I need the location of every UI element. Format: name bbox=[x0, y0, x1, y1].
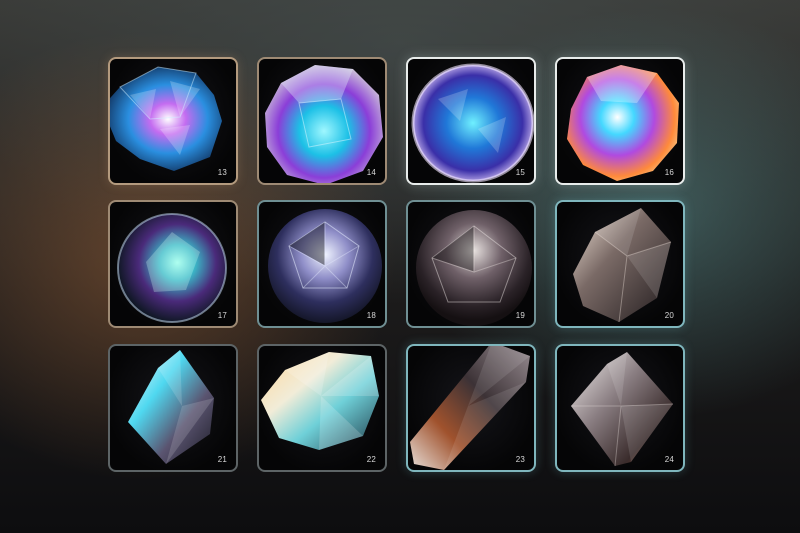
smoky-shard-icon bbox=[573, 208, 672, 323]
faceted-galaxy-crystal-icon bbox=[110, 66, 222, 171]
tile-number: 13 bbox=[217, 168, 227, 177]
gallery-tile-24[interactable]: 24 bbox=[555, 344, 685, 472]
gallery-tile-15[interactable]: 15 bbox=[406, 57, 536, 185]
tile-number: 17 bbox=[217, 311, 227, 320]
smoky-sphere-icon bbox=[416, 210, 532, 326]
gallery-tile-18[interactable]: 18 bbox=[257, 200, 387, 328]
golden-crystal-icon bbox=[261, 352, 379, 450]
tile-number: 20 bbox=[664, 311, 674, 320]
gallery-tile-19[interactable]: 19 bbox=[406, 200, 536, 328]
gallery-tile-13[interactable]: 13 bbox=[108, 57, 238, 185]
crystal-sphere-icon bbox=[117, 213, 227, 323]
gallery-tile-20[interactable]: 20 bbox=[555, 200, 685, 328]
tile-number: 18 bbox=[366, 311, 376, 320]
gallery-tile-23[interactable]: 23 bbox=[406, 344, 536, 472]
tile-number: 23 bbox=[515, 455, 525, 464]
elongated-smoky-crystal-icon bbox=[410, 346, 530, 470]
round-galaxy-crystal-icon bbox=[265, 65, 383, 183]
gallery-tile-21[interactable]: 21 bbox=[108, 344, 238, 472]
gallery-tile-16[interactable]: 16 bbox=[555, 57, 685, 185]
tile-number: 19 bbox=[515, 311, 525, 320]
tile-number: 16 bbox=[664, 168, 674, 177]
gallery-tile-14[interactable]: 14 bbox=[257, 57, 387, 185]
tile-number: 21 bbox=[217, 455, 227, 464]
round-nebula-crystal-icon bbox=[567, 65, 679, 181]
gallery-tile-22[interactable]: 22 bbox=[257, 344, 387, 472]
tile-number: 14 bbox=[366, 168, 376, 177]
tile-number: 22 bbox=[366, 455, 376, 464]
round-cosmic-crystal-icon bbox=[411, 63, 534, 183]
faceted-sphere-icon bbox=[268, 209, 382, 323]
tile-number: 15 bbox=[515, 168, 525, 177]
crystal-gallery: 13 14 15 16 17 18 19 20 21 22 23 24 bbox=[0, 0, 800, 533]
tile-number: 24 bbox=[664, 455, 674, 464]
gallery-tile-17[interactable]: 17 bbox=[108, 200, 238, 328]
diamond-crystal-icon bbox=[128, 350, 214, 464]
smoky-diamond-crystal-icon bbox=[571, 352, 674, 467]
